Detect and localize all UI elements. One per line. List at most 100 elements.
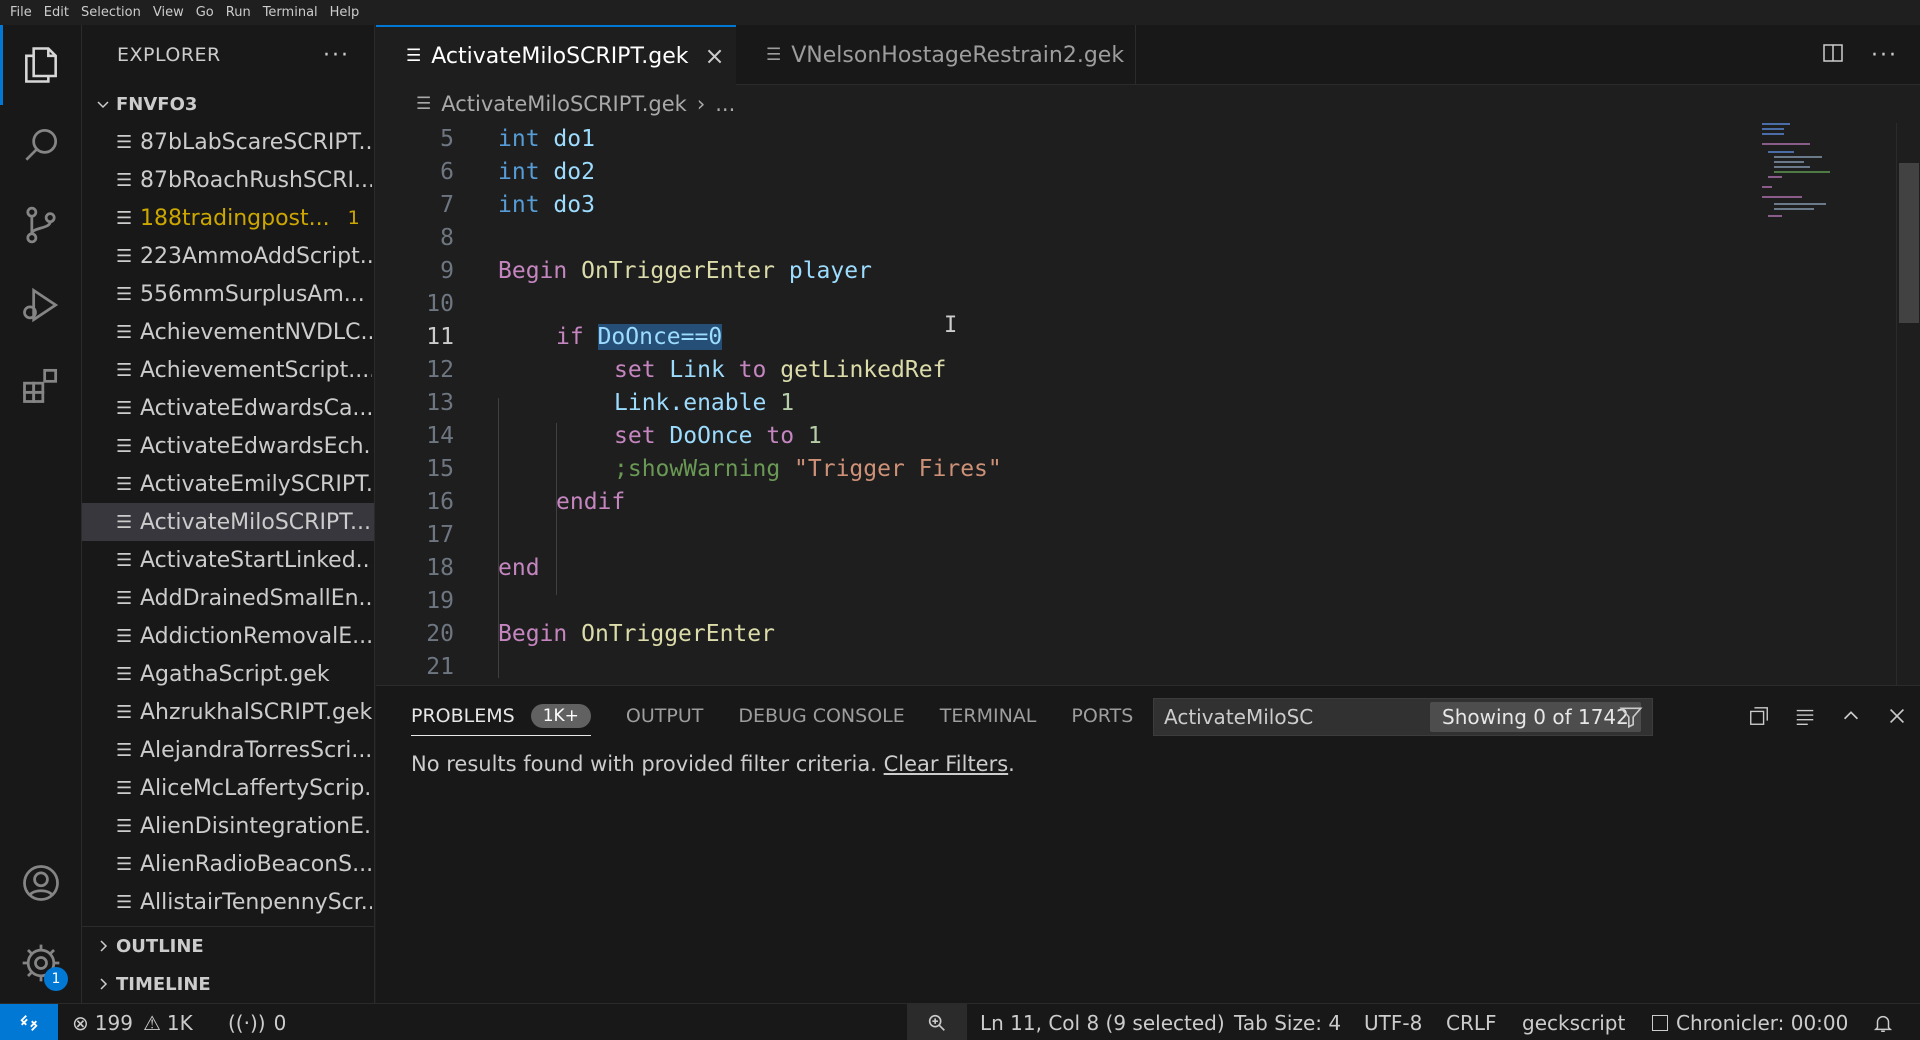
ports-status[interactable]: ((·)) 0 — [228, 1004, 286, 1040]
explorer-button[interactable] — [0, 25, 82, 105]
chevron-right-icon — [90, 976, 116, 992]
line-number: 17 — [426, 522, 454, 548]
language-mode[interactable]: geckscript — [1522, 1004, 1625, 1040]
code-editor[interactable]: 5 6 7 8 9 10 11 12 13 14 15 16 17 18 19 20 21 int do1 in… — [376, 123, 1920, 685]
file-item[interactable]: ☰ AliceMcLaffertyScrip... — [82, 769, 374, 807]
file-item[interactable]: ☰ ActivateEdwardsEch... — [82, 427, 374, 465]
file-item[interactable]: ☰ AddDrainedSmallEn... — [82, 579, 374, 617]
remote-button[interactable] — [0, 1004, 58, 1040]
outline-section[interactable]: OUTLINE — [82, 927, 374, 965]
tab-size[interactable]: Tab Size: 4 — [1234, 1004, 1341, 1040]
close-icon[interactable] — [1884, 703, 1910, 729]
file-item[interactable]: ☰ ActivateEmilySCRIPT... — [82, 465, 374, 503]
menu-go[interactable]: Go — [190, 0, 220, 25]
chevron-up-icon[interactable] — [1838, 703, 1864, 729]
file-item[interactable]: ☰ 87bLabScareSCRIPT.... — [82, 123, 374, 161]
file-item[interactable]: ☰ AllistairTenpennyScr... — [82, 883, 374, 921]
code-line-13: Link.enable 1 — [614, 387, 794, 420]
close-icon[interactable]: × — [705, 42, 725, 70]
collapse-all-icon[interactable] — [1746, 703, 1772, 729]
menu-run[interactable]: Run — [220, 0, 257, 25]
extensions-button[interactable] — [0, 345, 82, 425]
timeline-section[interactable]: TIMELINE — [82, 965, 374, 1003]
kw-to: to — [738, 357, 767, 383]
var-do2: do2 — [553, 159, 595, 185]
file-item[interactable]: ☰ 556mmSurplusAm... — [82, 275, 374, 313]
line-number: 16 — [426, 489, 454, 515]
file-item[interactable]: ☰ ActivateEdwardsCa... — [82, 389, 374, 427]
filter-input[interactable] — [1164, 705, 1444, 729]
file-name: 188tradingpost... — [140, 205, 330, 231]
file-item[interactable]: ☰ AchievementNVDLC... — [82, 313, 374, 351]
menu-file[interactable]: File — [4, 0, 38, 25]
tab-terminal[interactable]: TERMINAL — [940, 686, 1037, 746]
file-item[interactable]: ☰ 223AmmoAddScript... — [82, 237, 374, 275]
menu-view[interactable]: View — [147, 0, 190, 25]
file-lines-icon: ☰ — [116, 245, 133, 267]
zoom-button[interactable] — [907, 1004, 967, 1040]
file-item[interactable]: ☰ 87bRoachRushSCRI... — [82, 161, 374, 199]
breadcrumb: ☰ ActivateMiloSCRIPT.gek › ... — [376, 85, 1920, 123]
menu-help[interactable]: Help — [324, 0, 366, 25]
breadcrumb-rest[interactable]: ... — [715, 92, 735, 116]
file-name: ActivateMiloSCRIPT.... — [140, 509, 372, 535]
split-editor-icon[interactable] — [1821, 41, 1845, 69]
source-control-icon — [26, 206, 56, 244]
file-item[interactable]: ☰ AgathaScript.gek — [82, 655, 374, 693]
file-item[interactable]: ☰ AlejandraTorresScri... — [82, 731, 374, 769]
search-button[interactable] — [0, 105, 82, 185]
activity-bar: 1 — [0, 25, 82, 1003]
call-link-enable: Link.enable — [614, 390, 767, 416]
chronicler-status[interactable]: Chronicler: 00:00 — [1652, 1004, 1848, 1040]
line-number: 5 — [440, 126, 454, 152]
menu-selection[interactable]: Selection — [75, 0, 147, 25]
notifications-button[interactable] — [1872, 1004, 1894, 1040]
minimap[interactable] — [1762, 123, 1862, 223]
run-debug-button[interactable] — [0, 265, 82, 345]
scrollbar-thumb[interactable] — [1899, 163, 1919, 323]
tab-ports[interactable]: PORTS — [1071, 686, 1133, 746]
menu-terminal[interactable]: Terminal — [257, 0, 324, 25]
breadcrumb-file[interactable]: ActivateMiloSCRIPT.gek — [441, 92, 687, 116]
file-item[interactable]: ☰ 188tradingpost... 1 — [82, 199, 374, 237]
problems-status[interactable]: ⊗ 199 ⚠ 1K — [72, 1004, 193, 1040]
menu-edit[interactable]: Edit — [38, 0, 75, 25]
folder-header[interactable]: FNVFO3 — [82, 85, 374, 123]
run-debug-icon — [23, 287, 59, 323]
file-item[interactable]: ☰ AchievementScript.... — [82, 351, 374, 389]
code-line-16: endif — [556, 486, 625, 519]
file-item[interactable]: ☰ AlienRadioBeaconS... — [82, 845, 374, 883]
file-name: AddDrainedSmallEn... — [140, 585, 372, 611]
more-actions-icon[interactable]: ··· — [1871, 43, 1898, 68]
problems-filter[interactable]: Showing 0 of 1742 — [1153, 698, 1653, 736]
editor-scrollbar[interactable] — [1896, 123, 1920, 685]
tab-vnelson[interactable]: ☰ VNelsonHostageRestrain2.gek — [736, 25, 1136, 85]
clear-filters-link[interactable]: Clear Filters — [884, 752, 1009, 776]
cursor-position[interactable]: Ln 11, Col 8 (9 selected) — [980, 1004, 1225, 1040]
file-lines-icon: ☰ — [116, 131, 133, 153]
filter-icon[interactable] — [1618, 704, 1644, 734]
line-number: 7 — [440, 192, 454, 218]
manage-button[interactable]: 1 — [0, 923, 82, 1003]
tab-activatemilo[interactable]: ☰ ActivateMiloSCRIPT.gek × — [376, 25, 736, 85]
encoding[interactable]: UTF-8 — [1364, 1004, 1422, 1040]
view-as-list-icon[interactable] — [1792, 703, 1818, 729]
file-item[interactable]: ☰ AddictionRemovalE... — [82, 617, 374, 655]
tab-output[interactable]: OUTPUT — [626, 686, 703, 746]
file-item[interactable]: ☰ ActivateMiloSCRIPT.... — [82, 503, 374, 541]
file-item[interactable]: ☰ AlienDisintegrationE... — [82, 807, 374, 845]
line-ending[interactable]: CRLF — [1446, 1004, 1497, 1040]
more-actions-icon[interactable]: ··· — [323, 43, 350, 68]
source-control-button[interactable] — [0, 185, 82, 265]
kw-set: set — [614, 423, 656, 449]
tab-problems[interactable]: PROBLEMS 1K+ — [411, 696, 591, 736]
status-bar: ⊗ 199 ⚠ 1K ((·)) 0 Ln 11, Col 8 (9 selec… — [0, 1003, 1920, 1040]
file-item[interactable]: ☰ ActivateStartLinked... — [82, 541, 374, 579]
selected-condition: DoOnce==0 — [597, 324, 723, 350]
line-number: 13 — [426, 390, 454, 416]
tab-debug-console[interactable]: DEBUG CONSOLE — [738, 686, 904, 746]
code-line-14: set DoOnce to 1 — [614, 420, 822, 453]
account-button[interactable] — [0, 843, 82, 923]
file-item[interactable]: ☰ AhzrukhalSCRIPT.gek — [82, 693, 374, 731]
sidebar-title: EXPLORER — [117, 44, 221, 66]
